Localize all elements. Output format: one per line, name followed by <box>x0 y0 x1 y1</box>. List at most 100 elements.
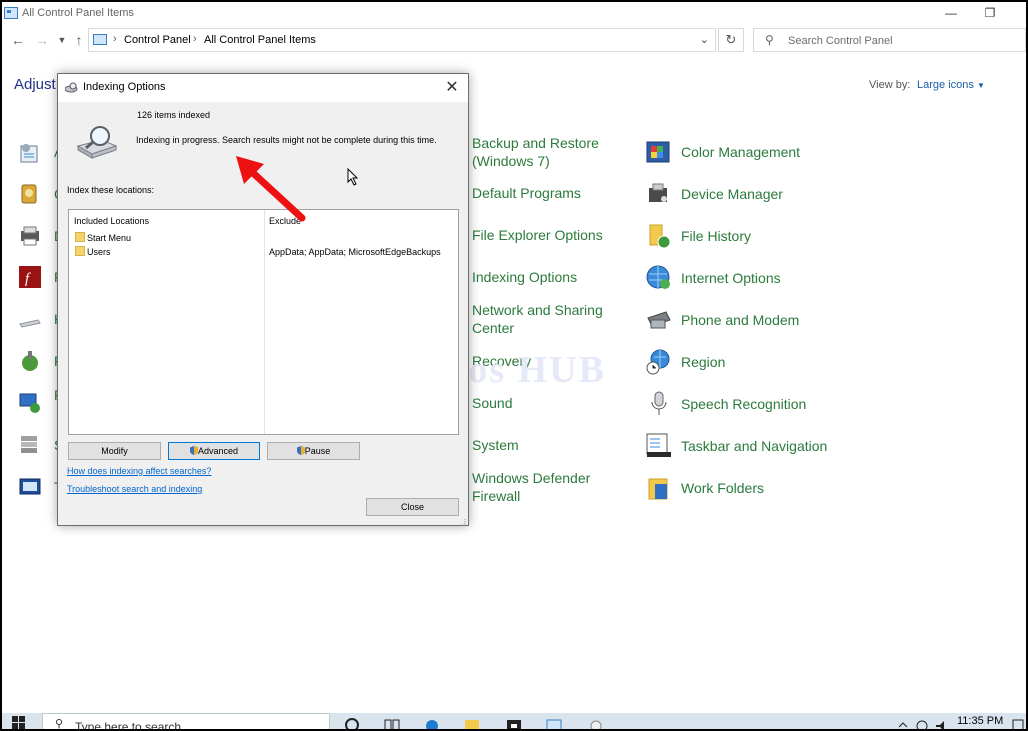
refresh-icon[interactable]: ↻ <box>718 28 744 52</box>
indexing-help-link[interactable]: How does indexing affect searches? <box>67 466 211 476</box>
item-label: Speech Recognition <box>681 396 807 412</box>
power-options-icon[interactable] <box>18 349 42 373</box>
exclude-cell: AppData; AppData; MicrosoftEdgeBackups <box>269 247 441 257</box>
work-folders-icon <box>645 474 673 502</box>
item-label: File History <box>681 228 752 244</box>
location-row[interactable]: Start Menu <box>87 233 131 243</box>
title-bar: All Control Panel Items — ❐ <box>2 2 1026 26</box>
control-panel-window: All Control Panel Items — ❐ ← → ▼ ↑ › Co… <box>0 0 1028 731</box>
magnifier-drive-icon <box>76 124 120 160</box>
locations-list[interactable]: Included Locations Exclude Start Menu Us… <box>68 209 459 435</box>
devices-printers-icon[interactable] <box>18 224 42 248</box>
troubleshoot-link[interactable]: Troubleshoot search and indexing <box>67 484 202 494</box>
view-by-dropdown[interactable]: Large icons ▼ <box>917 79 985 91</box>
notifications-icon[interactable] <box>1012 716 1026 729</box>
item-label: File Explorer Options <box>472 227 603 243</box>
item-label-line2: Firewall <box>472 488 521 504</box>
item-label: System <box>472 437 519 453</box>
item-label: Backup and Restore <box>472 135 599 151</box>
caret-down-icon: ▼ <box>976 81 985 90</box>
taskbar-clock[interactable]: 11:35 PM <box>957 715 1003 727</box>
back-arrow-icon[interactable]: ← <box>9 31 27 49</box>
breadcrumb-separator-icon: › <box>193 33 197 45</box>
item-label: Indexing Options <box>472 269 578 285</box>
item-device-manager[interactable]: Device Manager <box>645 178 865 214</box>
microphone-icon <box>645 390 673 418</box>
item-work-folders[interactable]: Work Folders <box>645 472 865 508</box>
taskbar-search-box[interactable]: ⚲ Type here to search <box>42 713 330 730</box>
column-header-included[interactable]: Included Locations <box>74 216 149 226</box>
folder-icon <box>75 246 85 256</box>
close-icon[interactable]: ✕ <box>442 77 462 97</box>
item-label: Sound <box>472 395 513 411</box>
forward-arrow-icon[interactable]: → <box>33 31 51 49</box>
item-phone-modem[interactable]: Phone and Modem <box>645 304 865 340</box>
file-explorer-icon[interactable] <box>464 716 480 729</box>
admin-tools-icon[interactable] <box>18 140 42 164</box>
color-management-icon <box>645 138 673 166</box>
navigation-bar: ← → ▼ ↑ › Control Panel › All Control Pa… <box>2 26 1026 56</box>
item-color-management[interactable]: Color Management <box>645 136 865 172</box>
uac-shield-icon <box>189 444 198 455</box>
restore-button[interactable]: ❐ <box>967 2 1013 26</box>
recent-locations-chevron-icon[interactable]: ▼ <box>53 31 71 49</box>
control-panel-icon <box>4 7 18 19</box>
item-label: Device Manager <box>681 186 783 202</box>
control-panel-taskbar-icon[interactable] <box>546 716 562 729</box>
item-label: Windows Defender <box>472 470 591 486</box>
modify-button[interactable]: Modify <box>68 442 161 460</box>
indexing-taskbar-icon[interactable] <box>588 716 604 729</box>
windows-start-icon[interactable] <box>12 716 26 729</box>
item-taskbar-navigation[interactable]: Taskbar and Navigation <box>645 430 865 466</box>
index-locations-label: Index these locations: <box>67 185 155 195</box>
item-label: Network and Sharing <box>472 302 603 318</box>
window-title: All Control Panel Items <box>22 7 134 19</box>
breadcrumb-all-items[interactable]: All Control Panel Items <box>204 34 316 46</box>
item-label: Color Management <box>681 144 801 160</box>
mouse-cursor-icon <box>347 168 359 186</box>
item-label-line2: (Windows 7) <box>472 153 550 169</box>
item-label: Default Programs <box>472 185 581 201</box>
item-label: Taskbar and Navigation <box>681 438 828 454</box>
advanced-button[interactable]: Advanced <box>168 442 260 460</box>
volume-icon[interactable] <box>934 716 950 729</box>
breadcrumb-separator-icon: › <box>113 33 117 45</box>
up-arrow-icon[interactable]: ↑ <box>70 31 88 49</box>
cortana-icon[interactable] <box>344 716 360 729</box>
indexing-status: Indexing in progress. Search results mig… <box>136 135 437 145</box>
resize-grip-icon[interactable] <box>458 515 466 526</box>
network-icon[interactable] <box>914 716 930 729</box>
address-bar[interactable]: › Control Panel › All Control Panel Item… <box>88 28 716 52</box>
item-file-history[interactable]: File History <box>645 220 865 256</box>
column-divider[interactable] <box>264 210 265 434</box>
item-label: Phone and Modem <box>681 312 800 328</box>
remote-app-icon[interactable] <box>18 391 42 415</box>
taskbar: ⚲ Type here to search 11:35 PM <box>2 713 1026 730</box>
item-region[interactable]: Region <box>645 346 865 382</box>
item-label: Region <box>681 354 726 370</box>
credential-manager-icon[interactable] <box>18 182 42 206</box>
search-box[interactable]: ⚲ Search Control Panel <box>753 28 1026 52</box>
item-internet-options[interactable]: Internet Options <box>645 262 865 298</box>
internet-options-icon <box>645 264 673 292</box>
task-view-icon[interactable] <box>384 716 400 729</box>
phone-modem-icon <box>645 306 673 334</box>
item-label: Internet Options <box>681 270 781 286</box>
item-speech-recognition[interactable]: Speech Recognition <box>645 388 865 424</box>
search-icon: ⚲ <box>55 718 64 730</box>
keyboard-icon[interactable] <box>18 310 42 334</box>
troubleshooting-icon[interactable] <box>18 475 42 499</box>
folder-icon <box>75 232 85 242</box>
region-icon <box>645 348 673 376</box>
flash-player-icon[interactable]: f <box>18 265 42 289</box>
storage-spaces-icon[interactable] <box>18 433 42 457</box>
close-button[interactable]: Close <box>366 498 459 516</box>
edge-browser-icon[interactable] <box>424 716 440 729</box>
chevron-down-icon[interactable]: ⌄ <box>700 33 709 46</box>
uac-shield-icon <box>296 444 305 455</box>
store-icon[interactable] <box>506 716 522 729</box>
pause-button[interactable]: Pause <box>267 442 360 460</box>
location-row[interactable]: Users <box>87 247 111 257</box>
tray-chevron-icon[interactable] <box>895 716 911 729</box>
breadcrumb-control-panel[interactable]: Control Panel <box>124 34 191 46</box>
